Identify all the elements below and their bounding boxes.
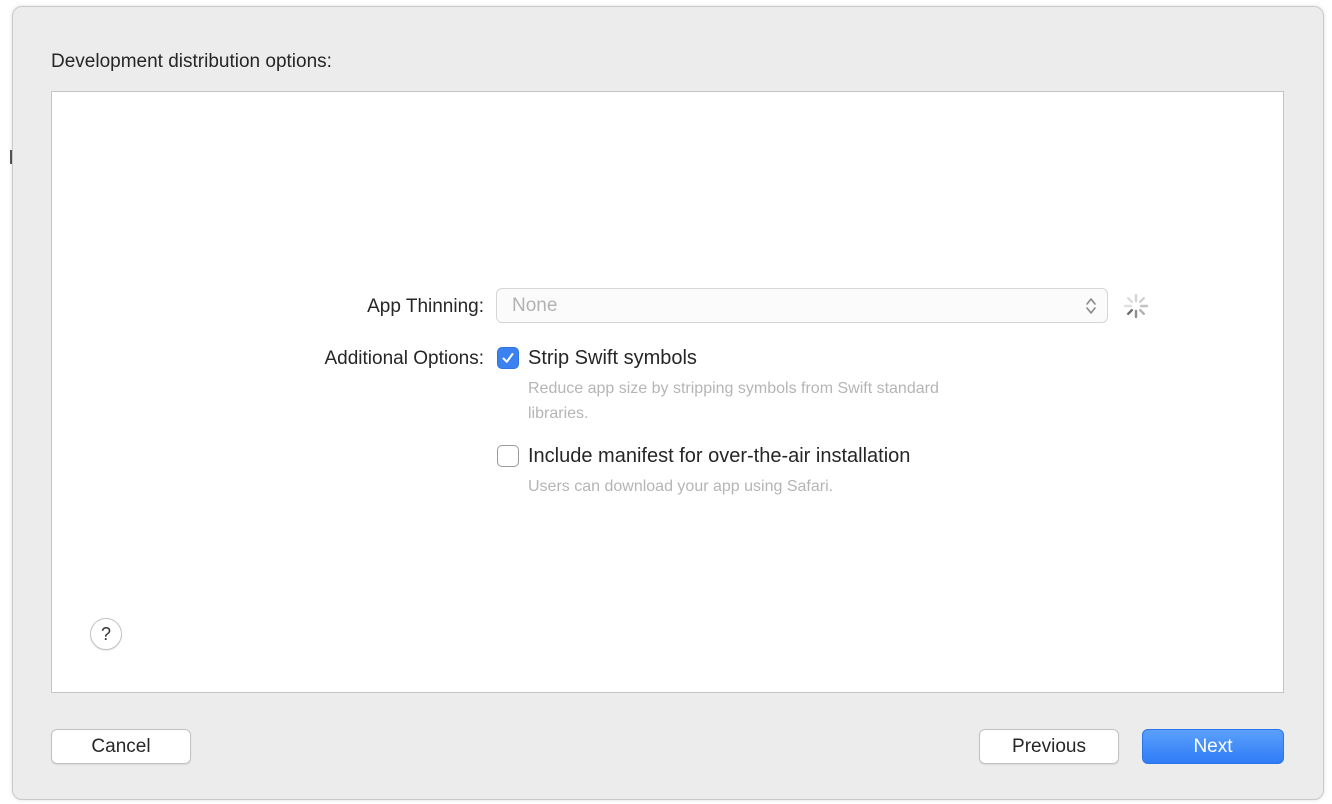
include-manifest-checkbox[interactable]: [497, 445, 519, 467]
help-button[interactable]: ?: [90, 618, 122, 650]
app-thinning-value: None: [512, 295, 558, 316]
cancel-button[interactable]: Cancel: [51, 729, 191, 764]
strip-swift-symbols-description: Reduce app size by stripping symbols fro…: [528, 380, 939, 422]
app-thinning-label: App Thinning:: [367, 296, 484, 317]
distribution-dialog: Development distribution options: App Th…: [12, 6, 1324, 800]
strip-swift-symbols-checkbox[interactable]: [497, 347, 519, 369]
chevron-up-down-icon: [1085, 296, 1097, 316]
checkmark-icon: [502, 353, 514, 363]
include-manifest-label[interactable]: Include manifest for over-the-air instal…: [528, 445, 910, 468]
strip-swift-symbols-label[interactable]: Strip Swift symbols: [528, 347, 697, 370]
options-panel: App Thinning: None Additional Options: S…: [51, 91, 1284, 693]
previous-button[interactable]: Previous: [979, 729, 1119, 764]
next-button[interactable]: Next: [1142, 729, 1284, 764]
spinner-icon: [1122, 292, 1150, 320]
additional-options-label: Additional Options:: [324, 348, 485, 369]
section-title: Development distribution options:: [51, 51, 332, 72]
app-thinning-popup[interactable]: None: [496, 288, 1108, 323]
include-manifest-description: Users can download your app using Safari…: [528, 478, 834, 495]
